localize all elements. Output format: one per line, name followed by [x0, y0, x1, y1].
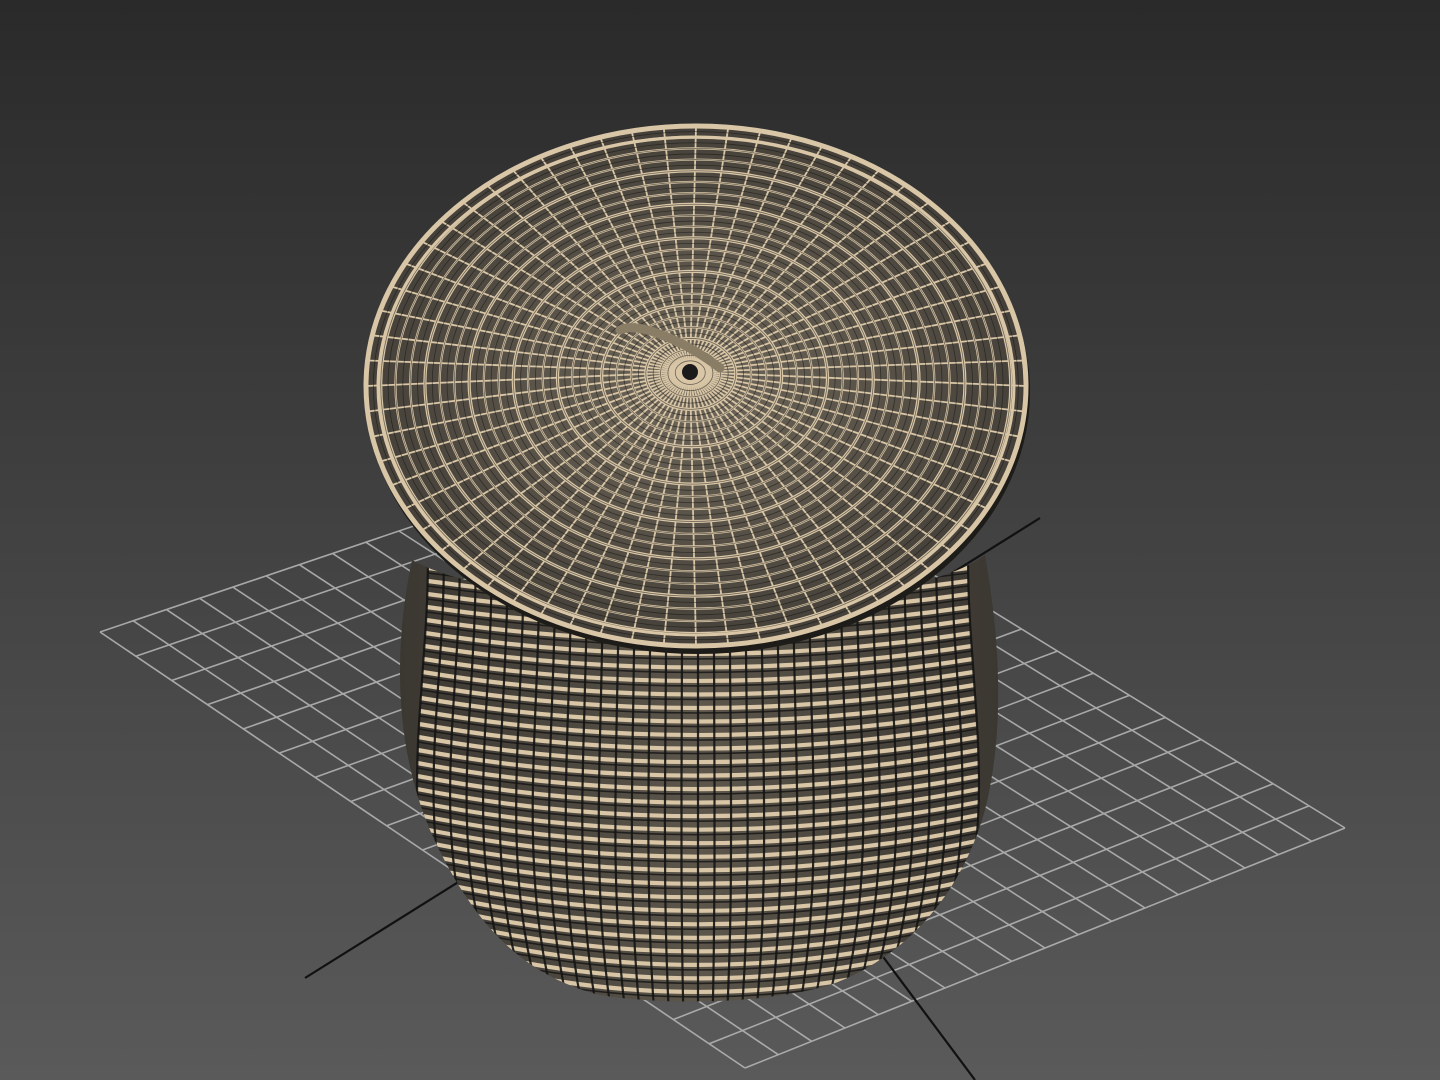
basket-lid[interactable] — [363, 123, 1030, 654]
lid-center-hole — [680, 362, 700, 382]
viewport-canvas[interactable] — [0, 0, 1440, 1080]
3d-viewport[interactable] — [0, 0, 1440, 1080]
